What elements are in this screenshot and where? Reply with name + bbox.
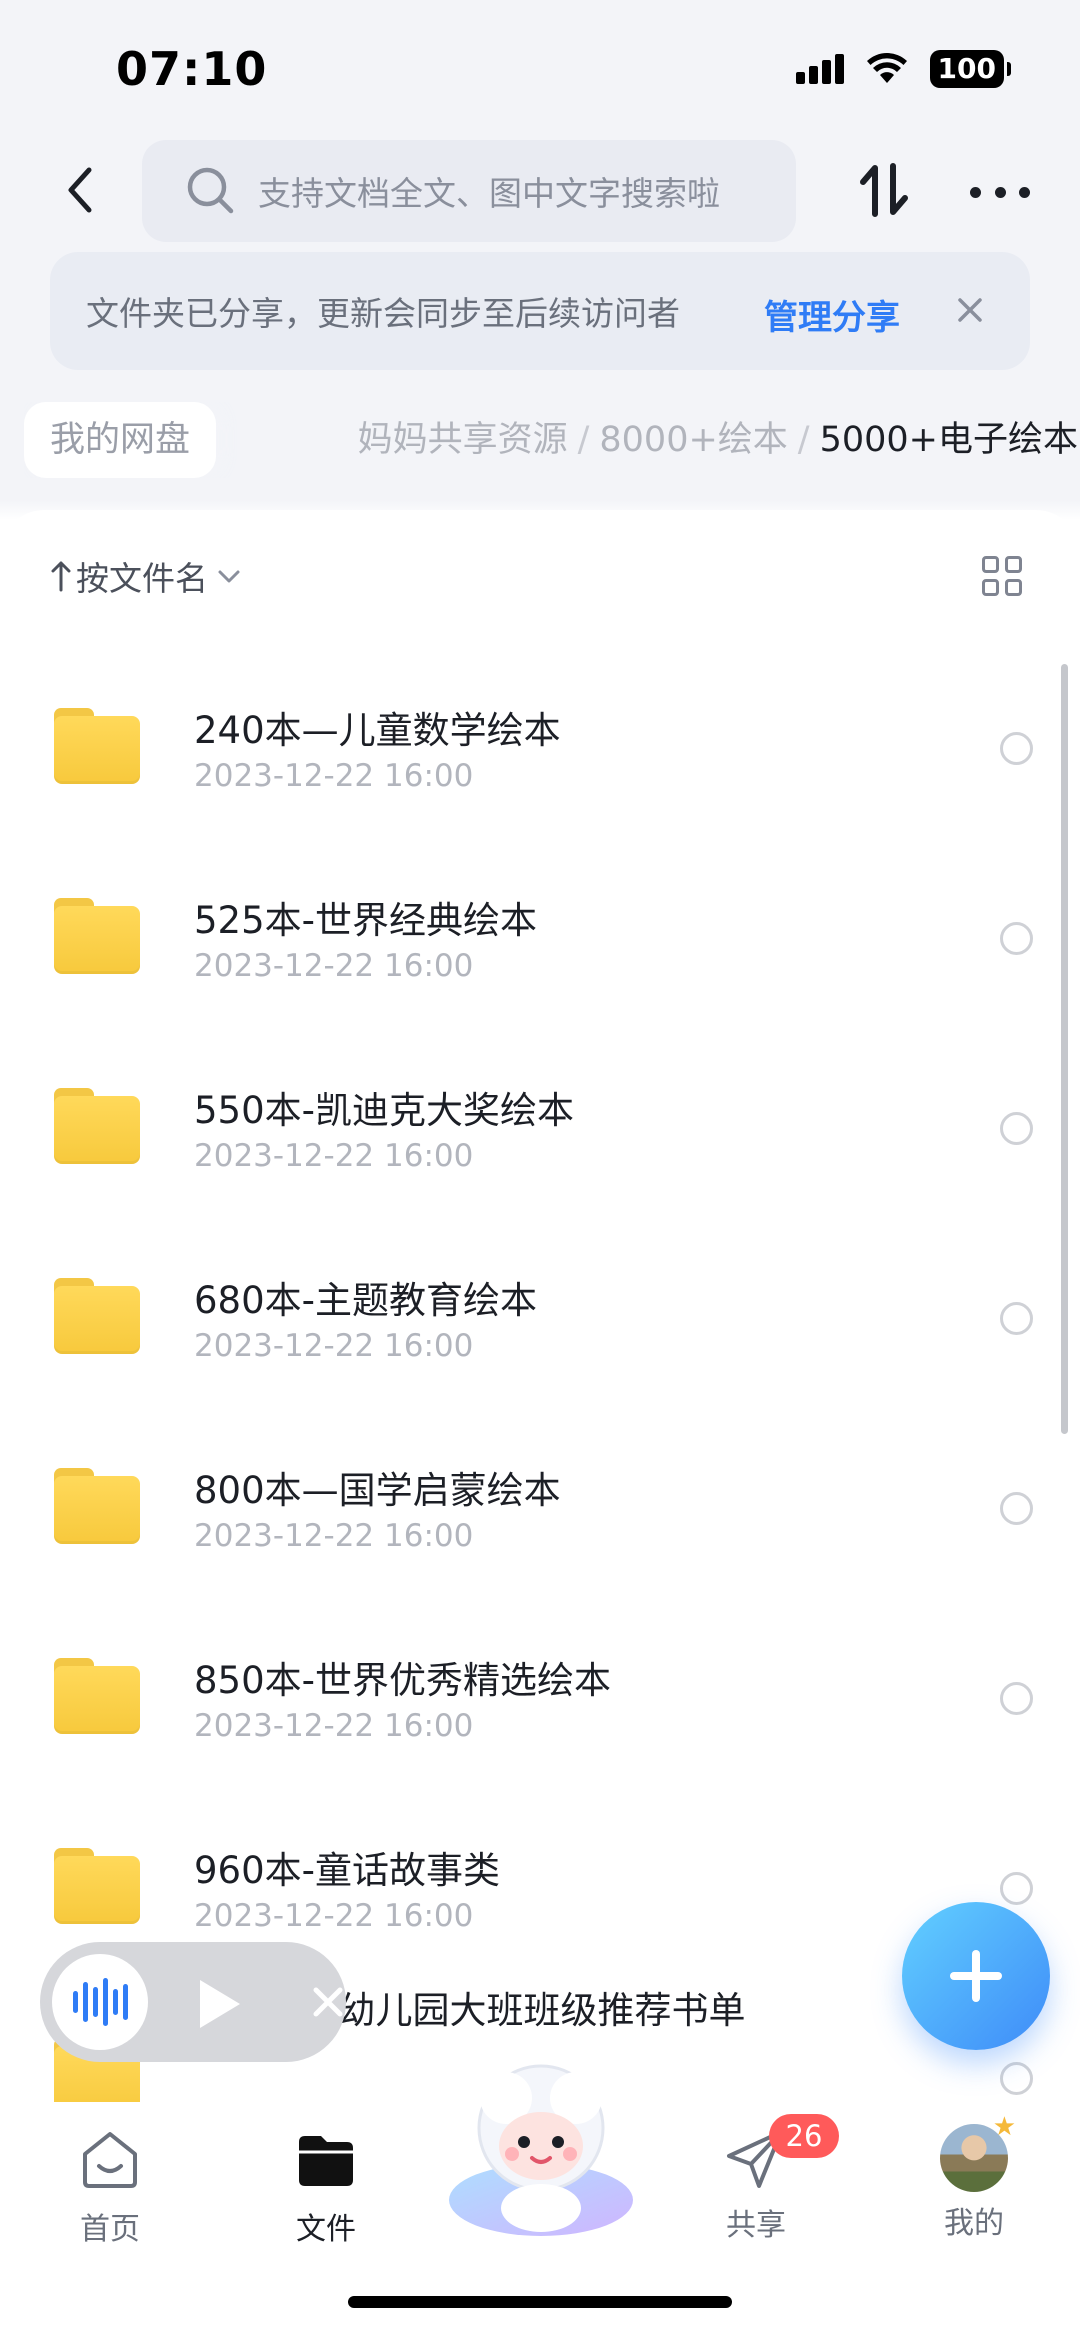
status-bar: 07:10 100 <box>0 0 1080 130</box>
breadcrumb: 我的网盘 妈妈共享资源/8000+绘本/5000+电子绘本 <box>24 402 1080 478</box>
sort-arrows-icon <box>860 163 908 217</box>
folder-tab-icon <box>299 2136 353 2186</box>
select-checkbox[interactable] <box>1000 1682 1033 1715</box>
breadcrumb-item[interactable]: 8000+绘本 <box>599 420 787 460</box>
tab-home-label: 首页 <box>80 2212 140 2247</box>
tab-files[interactable]: 文件 <box>256 2124 396 2248</box>
play-icon[interactable] <box>200 1980 240 2028</box>
status-time: 07:10 <box>116 42 268 96</box>
breadcrumb-separator: / <box>577 420 590 460</box>
share-banner: 文件夹已分享，更新会同步至后续访问者 管理分享 <box>50 252 1030 370</box>
audio-player[interactable] <box>40 1942 346 2062</box>
scrollbar[interactable] <box>1061 664 1068 1434</box>
folder-icon <box>54 898 140 974</box>
sort-by-name-dropdown[interactable]: 按文件名 <box>50 552 242 600</box>
tab-me-label: 我的 <box>944 2206 1004 2241</box>
star-icon: ★ <box>992 2112 1016 2142</box>
folder-icon <box>54 1658 140 1734</box>
sort-toggle-button[interactable] <box>855 160 915 220</box>
file-name: 800本—国学启蒙绘本 <box>194 1469 561 1512</box>
manage-share-link[interactable]: 管理分享 <box>764 290 900 339</box>
file-date: 2023-12-22 16:00 <box>194 1328 474 1364</box>
file-name: 960本-童话故事类 <box>194 1849 500 1892</box>
avatar: ★ <box>940 2112 1016 2192</box>
file-date: 2023-12-22 16:00 <box>194 1138 474 1174</box>
file-name: 850本-世界优秀精选绘本 <box>194 1659 611 1702</box>
file-row[interactable]: 240本—儿童数学绘本 2023-12-22 16:00 <box>0 650 1080 840</box>
file-date: 2023-12-22 16:00 <box>194 1898 474 1934</box>
dot-icon <box>994 186 1006 198</box>
folder-icon <box>54 1278 140 1354</box>
folder-icon <box>54 708 140 784</box>
add-button[interactable] <box>902 1902 1050 2050</box>
status-icons: 100 <box>795 50 1012 88</box>
folder-icon <box>54 1848 140 1924</box>
grid-view-icon[interactable] <box>982 556 1022 596</box>
file-row[interactable]: 680本-主题教育绘本 2023-12-22 16:00 <box>0 1220 1080 1410</box>
file-name: 680本-主题教育绘本 <box>194 1279 537 1322</box>
select-checkbox[interactable] <box>1000 922 1033 955</box>
share-banner-message: 文件夹已分享，更新会同步至后续访问者 <box>86 294 680 333</box>
battery-icon: 100 <box>929 50 1012 88</box>
file-name: 550本-凯迪克大奖绘本 <box>194 1089 574 1132</box>
select-checkbox[interactable] <box>1000 1112 1033 1145</box>
dot-icon <box>970 186 981 198</box>
soundwave-icon[interactable] <box>52 1954 148 2050</box>
home-indicator <box>348 2296 732 2308</box>
select-checkbox[interactable] <box>1000 1302 1033 1335</box>
mascot-assistant-icon[interactable] <box>436 2050 646 2240</box>
file-name: 525本-世界经典绘本 <box>194 899 537 942</box>
select-checkbox[interactable] <box>1000 732 1033 765</box>
chevron-left-icon <box>68 167 92 213</box>
folder-icon <box>54 1088 140 1164</box>
more-options-button[interactable] <box>970 172 1030 212</box>
file-date: 2023-12-22 16:00 <box>194 948 474 984</box>
close-banner-icon[interactable] <box>950 290 990 330</box>
breadcrumb-root[interactable]: 我的网盘 <box>24 402 217 478</box>
search-placeholder: 支持文档全文、图中文字搜索啦 <box>258 174 720 213</box>
file-row[interactable]: 550本-凯迪克大奖绘本 2023-12-22 16:00 <box>0 1030 1080 1220</box>
file-date: 2023-12-22 16:00 <box>194 1518 474 1554</box>
folder-icon <box>54 1468 140 1544</box>
tab-share[interactable]: 26 共享 <box>686 2114 839 2244</box>
breadcrumb-item[interactable]: 妈妈共享资源 <box>358 420 568 460</box>
tab-me[interactable]: ★ 我的 <box>904 2112 1044 2242</box>
cellular-signal-icon <box>795 54 844 84</box>
home-icon <box>83 2132 137 2188</box>
file-date: 2023-12-22 16:00 <box>194 758 474 794</box>
search-icon <box>187 167 234 214</box>
file-row[interactable]: 800本—国学启蒙绘本 2023-12-22 16:00 <box>0 1410 1080 1600</box>
notification-badge: 26 <box>769 2114 839 2158</box>
search-input[interactable]: 支持文档全文、图中文字搜索啦 <box>142 140 796 242</box>
file-row[interactable]: 525本-世界经典绘本 2023-12-22 16:00 <box>0 840 1080 1030</box>
file-list: 240本—儿童数学绘本 2023-12-22 16:00 525本-世界经典绘本… <box>0 650 1080 2102</box>
select-checkbox[interactable] <box>1000 1492 1033 1525</box>
dot-icon <box>1019 186 1030 198</box>
arrow-up-icon <box>51 561 71 592</box>
breadcrumb-current: 5000+电子绘本 <box>819 420 1078 460</box>
tab-share-label: 共享 <box>726 2208 786 2243</box>
breadcrumb-trail: 妈妈共享资源/8000+绘本/5000+电子绘本 <box>358 402 1078 478</box>
wifi-icon <box>866 53 907 83</box>
file-date: 2023-12-22 16:00 <box>194 1708 474 1744</box>
sort-label: 按文件名 <box>76 559 208 598</box>
back-button[interactable] <box>50 160 110 220</box>
file-name: 240本—儿童数学绘本 <box>194 709 561 752</box>
tab-home[interactable]: 首页 <box>40 2124 180 2248</box>
chevron-down-icon <box>218 570 240 583</box>
breadcrumb-separator: / <box>797 420 810 460</box>
file-row[interactable]: 850本-世界优秀精选绘本 2023-12-22 16:00 <box>0 1600 1080 1790</box>
select-checkbox[interactable] <box>1000 1872 1033 1905</box>
close-player-icon[interactable] <box>308 1982 348 2022</box>
select-checkbox[interactable] <box>1000 2062 1033 2095</box>
tab-files-label: 文件 <box>296 2212 356 2247</box>
